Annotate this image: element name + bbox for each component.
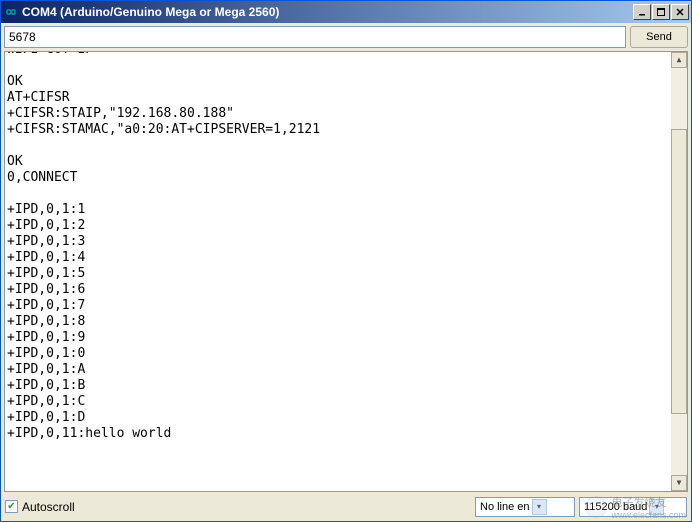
body-area: Send WIFI GOT IP OK AT+CIFSR +CIFSR:STAI… [1,23,691,521]
baud-select[interactable]: 115200 baud ▾ [579,497,687,517]
maximize-button[interactable] [652,4,670,20]
footer-row: ✔ Autoscroll No line en ▾ 115200 baud ▾ [4,492,688,518]
window-title: COM4 (Arduino/Genuino Mega or Mega 2560) [22,5,633,19]
minimize-button[interactable] [633,4,651,20]
baud-value: 115200 baud [584,501,647,513]
scroll-down-button[interactable]: ▼ [671,475,687,491]
titlebar: COM4 (Arduino/Genuino Mega or Mega 2560) [1,1,691,23]
arduino-infinity-icon [3,4,19,20]
send-button[interactable]: Send [630,26,688,48]
line-ending-value: No line en [480,501,530,513]
scroll-track[interactable] [671,68,687,475]
serial-monitor-window: COM4 (Arduino/Genuino Mega or Mega 2560)… [0,0,692,522]
autoscroll-checkbox-wrap[interactable]: ✔ Autoscroll [5,500,75,514]
line-ending-select[interactable]: No line en ▾ [475,497,575,517]
chevron-down-icon: ▾ [649,499,664,515]
serial-input[interactable] [4,26,626,48]
close-button[interactable] [671,4,689,20]
scroll-up-button[interactable]: ▲ [671,52,687,68]
output-text: WIFI GOT IP OK AT+CIFSR +CIFSR:STAIP,"19… [7,51,320,442]
input-row: Send [4,26,688,48]
vertical-scrollbar[interactable]: ▲ ▼ [671,52,687,491]
scroll-thumb[interactable] [671,129,687,414]
window-controls [633,4,689,20]
serial-output[interactable]: WIFI GOT IP OK AT+CIFSR +CIFSR:STAIP,"19… [4,51,688,492]
chevron-down-icon: ▾ [532,499,547,515]
autoscroll-checkbox[interactable]: ✔ [5,500,18,513]
autoscroll-label: Autoscroll [22,500,75,514]
